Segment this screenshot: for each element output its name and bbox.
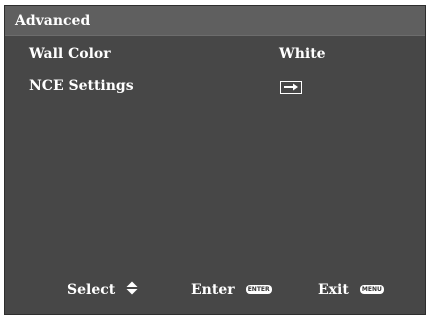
hint-exit-label: Exit bbox=[318, 281, 349, 298]
hint-select: Select bbox=[67, 279, 138, 299]
menu-item-label: NCE Settings bbox=[29, 78, 134, 94]
osd-menu-panel: Advanced Wall Color White NCE Settings S… bbox=[4, 5, 426, 315]
hint-enter: Enter ENTER bbox=[191, 279, 272, 298]
menu-key-icon: MENU bbox=[359, 285, 384, 294]
hint-enter-label: Enter bbox=[191, 281, 235, 298]
menu-item-value: White bbox=[279, 46, 326, 62]
enter-arrow-icon bbox=[280, 81, 302, 94]
menu-item-label: Wall Color bbox=[29, 46, 111, 62]
up-down-arrows-icon bbox=[126, 280, 138, 299]
menu-footer: Select Enter ENTER Exit MENU bbox=[5, 276, 425, 298]
menu-item-nce-settings[interactable]: NCE Settings bbox=[5, 74, 425, 98]
menu-item-wall-color[interactable]: Wall Color White bbox=[5, 42, 425, 66]
hint-select-label: Select bbox=[67, 281, 116, 298]
enter-key-icon: ENTER bbox=[245, 285, 272, 294]
menu-title: Advanced bbox=[15, 13, 91, 29]
menu-title-bar: Advanced bbox=[5, 6, 425, 36]
hint-exit: Exit MENU bbox=[318, 279, 384, 298]
